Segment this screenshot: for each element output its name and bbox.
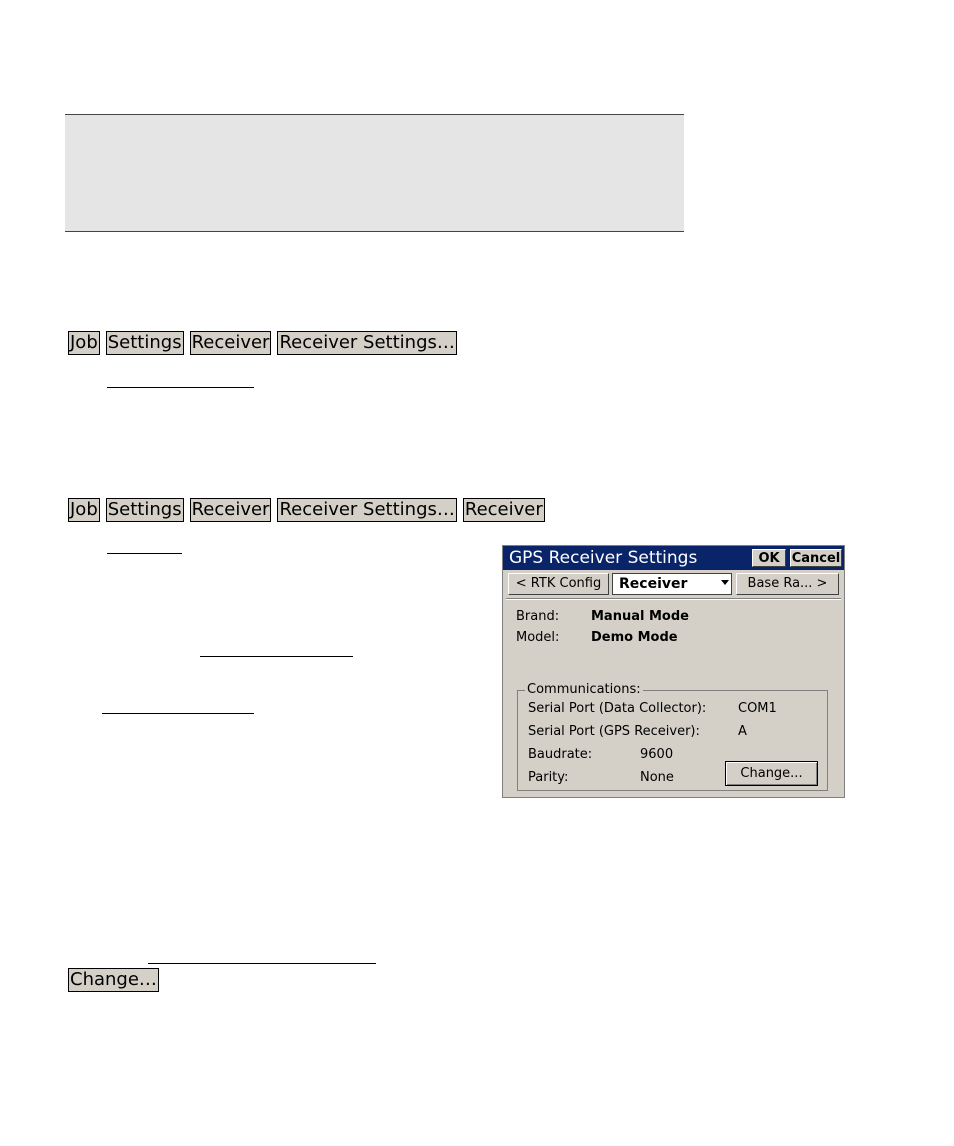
ok-button[interactable]: OK: [752, 549, 786, 567]
change-button[interactable]: Change...: [725, 761, 818, 786]
serial-dc-value: COM1: [738, 701, 777, 716]
parity-value: None: [640, 770, 674, 785]
dialog-title: GPS Receiver Settings: [509, 548, 698, 568]
menu-settings[interactable]: Settings: [105, 498, 184, 522]
group-title: Communications:: [525, 682, 643, 698]
underline-rule: [107, 387, 254, 388]
serial-gps-label: Serial Port (GPS Receiver):: [528, 724, 700, 739]
underline-rule: [102, 713, 254, 714]
menu-receiver[interactable]: Receiver: [189, 331, 272, 355]
baudrate-label: Baudrate:: [528, 747, 593, 762]
dialog-titlebar: GPS Receiver Settings OK Cancel: [503, 546, 844, 570]
model-label: Model:: [516, 630, 560, 645]
brand-value: Manual Mode: [591, 609, 689, 624]
brand-label: Brand:: [516, 609, 560, 624]
menu-job[interactable]: Job: [68, 331, 100, 355]
serial-dc-label: Serial Port (Data Collector):: [528, 701, 707, 716]
prev-tab-button[interactable]: < RTK Config: [508, 573, 609, 595]
menu-receiver-settings[interactable]: Receiver Settings…: [277, 331, 457, 355]
cancel-button[interactable]: Cancel: [790, 549, 842, 567]
underline-rule: [107, 553, 182, 554]
breadcrumb: Job Settings Receiver Receiver Settings……: [68, 498, 545, 522]
menu-settings[interactable]: Settings: [105, 331, 184, 355]
header-band: [65, 114, 684, 232]
divider: [506, 598, 841, 600]
next-tab-button[interactable]: Base Ra... >: [736, 573, 839, 595]
model-value: Demo Mode: [591, 630, 678, 645]
serial-gps-value: A: [738, 724, 747, 739]
underline-rule: [200, 656, 353, 657]
change-button-reference[interactable]: Change…: [68, 968, 159, 992]
tab-select-value: Receiver: [619, 576, 688, 592]
underline-rule: [148, 963, 376, 964]
menu-receiver[interactable]: Receiver: [189, 498, 272, 522]
menu-job[interactable]: Job: [68, 498, 100, 522]
menu-receiver-settings[interactable]: Receiver Settings…: [277, 498, 457, 522]
tab-select[interactable]: Receiver: [612, 573, 732, 595]
gps-receiver-settings-dialog: GPS Receiver Settings OK Cancel < RTK Co…: [502, 545, 845, 798]
breadcrumb: Job Settings Receiver Receiver Settings…: [68, 331, 457, 355]
chevron-down-icon[interactable]: [721, 580, 729, 585]
parity-label: Parity:: [528, 770, 569, 785]
baudrate-value: 9600: [640, 747, 674, 762]
menu-receiver-tab[interactable]: Receiver: [462, 498, 545, 522]
